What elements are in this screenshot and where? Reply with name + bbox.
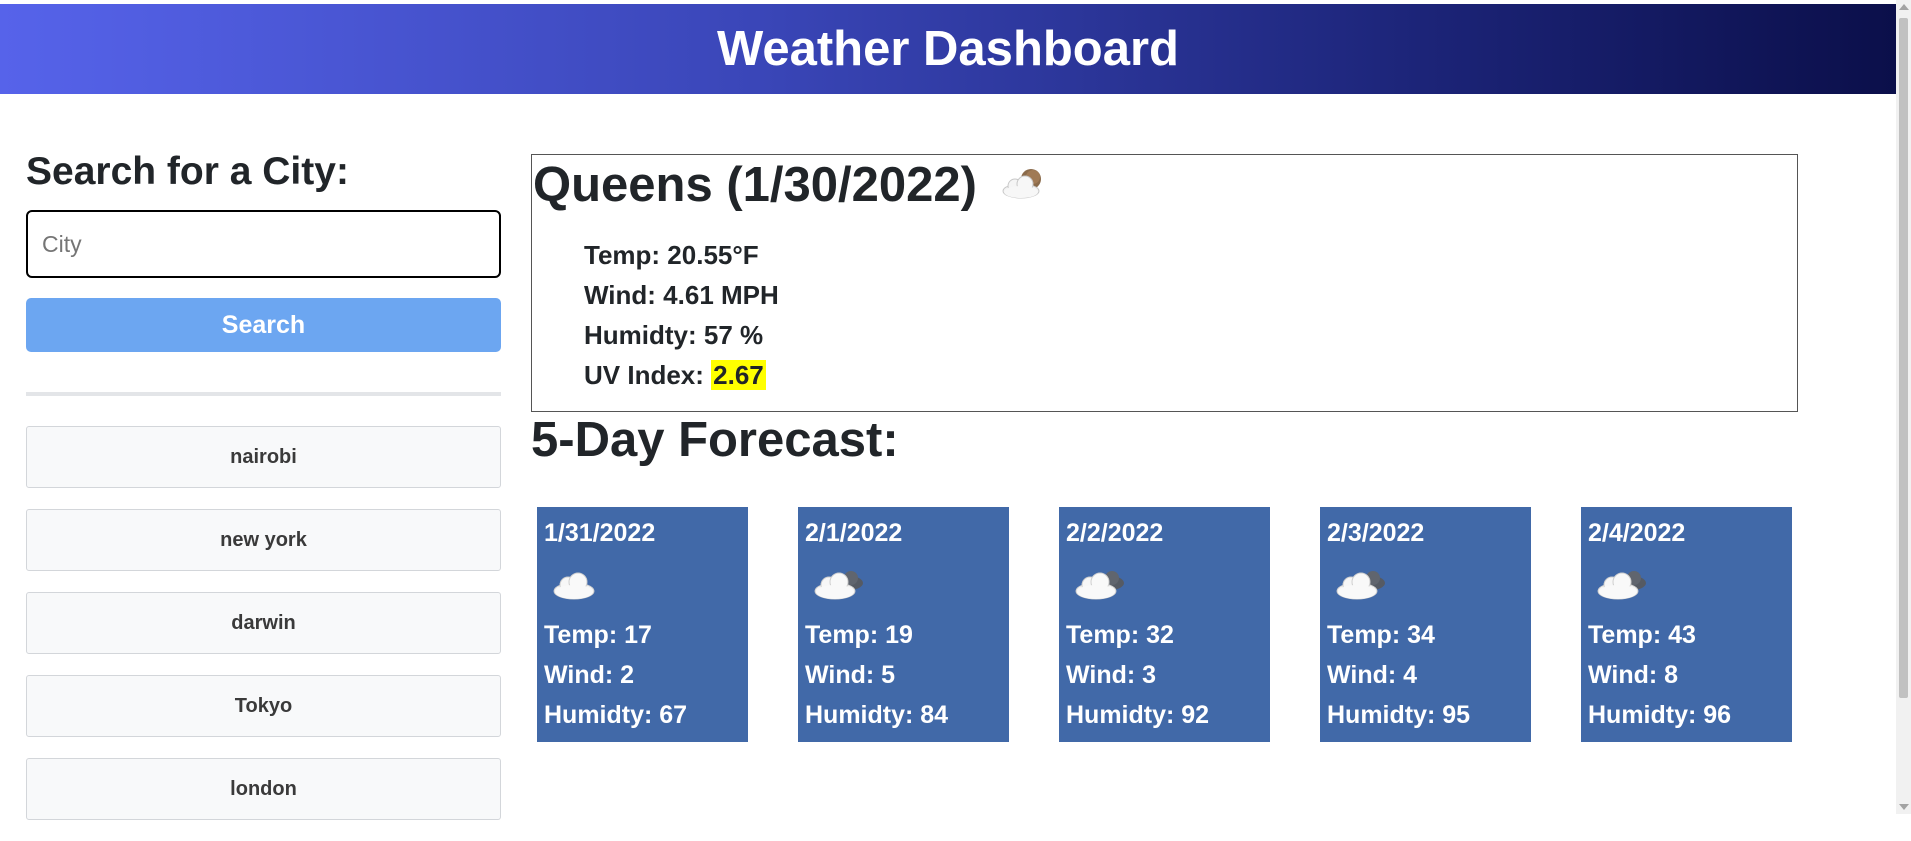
forecast-date: 2/2/2022 [1066, 519, 1164, 547]
forecast-heading: 5-Day Forecast: [531, 413, 899, 467]
forecast-date: 1/31/2022 [544, 519, 656, 547]
search-heading: Search for a City: [26, 150, 349, 193]
forecast-cards: 1/31/2022 Temp: 17 Wind: 2 Humidty: 67 2… [537, 507, 1792, 742]
forecast-humidity: Humidty: 92 [1066, 701, 1210, 729]
forecast-humidity: Humidty: 96 [1588, 701, 1732, 729]
current-humidity: Humidty: 57 % [584, 320, 764, 350]
uv-index-badge: 2.67 [711, 360, 766, 390]
forecast-temp: Temp: 34 [1327, 621, 1435, 649]
overcast-cloud-icon [811, 567, 1002, 603]
overcast-cloud-icon [1594, 567, 1785, 603]
current-uv-row: UV Index: 2.67 [584, 355, 779, 395]
sidebar-divider [26, 392, 501, 396]
forecast-card: 2/1/2022 Temp: 19 Wind: 5 Humidty: 84 [798, 507, 1009, 742]
scrollbar-thumb[interactable] [1899, 18, 1908, 698]
forecast-temp: Temp: 32 [1066, 621, 1174, 649]
forecast-temp: Temp: 19 [805, 621, 913, 649]
search-history-list: nairobi new york darwin Tokyo london [26, 426, 501, 820]
uv-label: UV Index: [584, 360, 704, 390]
forecast-temp: Temp: 43 [1588, 621, 1696, 649]
history-city-button[interactable]: new york [26, 509, 501, 571]
forecast-wind: Wind: 4 [1327, 661, 1418, 689]
forecast-date: 2/1/2022 [805, 519, 903, 547]
forecast-card: 2/4/2022 Temp: 43 Wind: 8 Humidty: 96 [1581, 507, 1792, 742]
forecast-temp: Temp: 17 [544, 621, 652, 649]
forecast-wind: Wind: 3 [1066, 661, 1157, 689]
forecast-wind: Wind: 8 [1588, 661, 1679, 689]
forecast-humidity: Humidty: 84 [805, 701, 949, 729]
forecast-card: 1/31/2022 Temp: 17 Wind: 2 Humidty: 67 [537, 507, 748, 742]
current-wind: Wind: 4.61 MPH [584, 280, 779, 310]
forecast-wind: Wind: 2 [544, 661, 635, 689]
header-banner: Weather Dashboard [0, 4, 1896, 94]
search-button[interactable]: Search [26, 298, 501, 352]
vertical-scrollbar[interactable] [1896, 0, 1911, 814]
current-weather-title-row: Queens (1/30/2022) [533, 157, 1051, 213]
current-temp: Temp: 20.55°F [584, 240, 759, 270]
forecast-card: 2/2/2022 Temp: 32 Wind: 3 Humidty: 92 [1059, 507, 1270, 742]
forecast-humidity: Humidty: 67 [544, 701, 688, 729]
history-city-button[interactable]: london [26, 758, 501, 820]
forecast-humidity: Humidty: 95 [1327, 701, 1471, 729]
cloud-icon [550, 567, 741, 603]
overcast-cloud-icon [1072, 567, 1263, 603]
scroll-up-arrow-icon[interactable] [1899, 4, 1909, 10]
forecast-date: 2/4/2022 [1588, 519, 1686, 547]
search-sidebar: Search for a City: Search nairobi new yo… [26, 150, 501, 841]
history-city-button[interactable]: Tokyo [26, 675, 501, 737]
forecast-card: 2/3/2022 Temp: 34 Wind: 4 Humidty: 95 [1320, 507, 1531, 742]
current-city-date: Queens (1/30/2022) [533, 158, 977, 212]
forecast-date: 2/3/2022 [1327, 519, 1425, 547]
current-weather-stats: Temp: 20.55°F Wind: 4.61 MPH Humidty: 57… [584, 235, 779, 395]
scroll-down-arrow-icon[interactable] [1899, 804, 1909, 810]
forecast-wind: Wind: 5 [805, 661, 896, 689]
overcast-cloud-icon [1333, 567, 1524, 603]
city-search-input[interactable] [26, 210, 501, 278]
history-city-button[interactable]: darwin [26, 592, 501, 654]
partly-cloudy-night-icon [999, 157, 1051, 213]
page-title: Weather Dashboard [717, 22, 1179, 76]
current-weather-panel: Queens (1/30/2022) Temp: 20.55°F Wind: 4… [531, 154, 1798, 412]
history-city-button[interactable]: nairobi [26, 426, 501, 488]
